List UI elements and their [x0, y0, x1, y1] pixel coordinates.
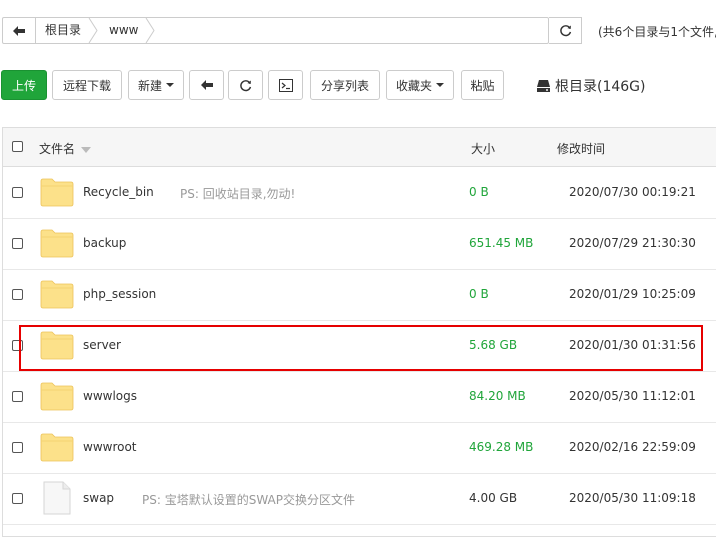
file-note: PS: 宝塔默认设置的SWAP交换分区文件: [142, 493, 355, 507]
table-row[interactable]: Recycle_bin PS: 回收站目录,勿动! 0 B 2020/07/30 00…: [3, 167, 716, 219]
file-size[interactable]: 84.20 MB: [469, 389, 526, 403]
paste-button[interactable]: 粘贴: [461, 70, 504, 100]
folder-icon: [40, 382, 74, 411]
paste-label: 粘贴: [470, 78, 495, 93]
table-row[interactable]: swap PS: 宝塔默认设置的SWAP交换分区文件 4.00 GB 2020/05/…: [3, 473, 716, 525]
file-size[interactable]: 5.68 GB: [469, 338, 517, 352]
file-name[interactable]: wwwroot: [83, 440, 137, 454]
row-checkbox[interactable]: [12, 442, 23, 453]
file-name[interactable]: php_session: [83, 287, 156, 301]
file-name[interactable]: Recycle_bin: [83, 185, 154, 199]
chevron-down-icon: [436, 83, 444, 87]
file-name[interactable]: server: [83, 338, 121, 352]
folder-icon: [40, 280, 74, 309]
table-header: 文件名 大小 修改时间: [3, 128, 716, 167]
file-modified-time: 2020/05/30 11:09:18: [569, 491, 696, 505]
refresh-icon: [559, 25, 571, 37]
row-checkbox[interactable]: [12, 238, 23, 249]
file-size[interactable]: 469.28 MB: [469, 440, 533, 454]
column-header-name[interactable]: 文件名: [39, 140, 92, 157]
refresh-icon: [240, 79, 252, 91]
path-back-button[interactable]: [3, 18, 36, 43]
chevron-down-icon: [166, 83, 174, 87]
row-checkbox[interactable]: [12, 289, 23, 300]
arrow-left-icon: [200, 80, 213, 90]
remote-download-label: 远程下载: [62, 78, 111, 93]
file-table: 文件名 大小 修改时间 Recycle_bin PS: 回收站目录,勿动! 0 B 2…: [2, 127, 716, 537]
file-modified-time: 2020/07/30 00:19:21: [569, 185, 696, 199]
table-row[interactable]: backup 651.45 MB 2020/07/29 21:30:30: [3, 218, 716, 270]
folder-icon: [40, 178, 74, 207]
share-list-label: 分享列表: [320, 78, 369, 93]
folder-icon: [40, 331, 74, 360]
row-checkbox[interactable]: [12, 391, 23, 402]
file-size[interactable]: 651.45 MB: [469, 236, 533, 250]
file-modified-time: 2020/01/29 10:25:09: [569, 287, 696, 301]
refresh-button[interactable]: [228, 70, 263, 100]
sort-caret-icon: [81, 146, 92, 153]
column-header-name-label: 文件名: [39, 142, 76, 156]
row-checkbox[interactable]: [12, 493, 23, 504]
breadcrumb-www[interactable]: www: [109, 18, 138, 43]
breadcrumb-separator-icon: [145, 18, 155, 43]
new-dropdown-button[interactable]: 新建: [128, 70, 184, 100]
directory-summary: (共6个目录与1个文件,大: [598, 25, 716, 39]
new-label: 新建: [137, 78, 162, 93]
file-modified-time: 2020/07/29 21:30:30: [569, 236, 696, 250]
path-bar: 根目录 www: [2, 17, 549, 44]
hard-drive-icon: [537, 80, 550, 92]
file-name[interactable]: wwwlogs: [83, 389, 137, 403]
breadcrumb-root[interactable]: 根目录: [45, 18, 81, 43]
row-checkbox[interactable]: [12, 187, 23, 198]
favorites-label: 收藏夹: [395, 78, 432, 93]
upload-button[interactable]: 上传: [1, 70, 47, 100]
favorites-dropdown-button[interactable]: 收藏夹: [386, 70, 454, 100]
column-header-size[interactable]: 大小: [471, 140, 495, 157]
upload-button-label: 上传: [11, 78, 36, 93]
file-size: 4.00 GB: [469, 491, 518, 505]
file-modified-time: 2020/05/30 11:12:01: [569, 389, 696, 403]
breadcrumb-separator-icon: [88, 18, 98, 43]
column-header-time[interactable]: 修改时间: [557, 140, 605, 157]
file-modified-time: 2020/02/16 22:59:09: [569, 440, 696, 454]
arrow-left-icon: [13, 25, 25, 36]
file-name[interactable]: swap: [83, 491, 114, 505]
table-row[interactable]: server 5.68 GB 2020/01/30 01:31:56: [3, 320, 716, 372]
table-row[interactable]: php_session 0 B 2020/01/29 10:25:09: [3, 269, 716, 321]
file-modified-time: 2020/01/30 01:31:56: [569, 338, 696, 352]
disk-label: 根目录(146G): [555, 79, 646, 95]
select-all-checkbox[interactable]: [12, 141, 23, 152]
folder-icon: [40, 433, 74, 462]
path-refresh-button[interactable]: [549, 17, 582, 44]
table-row[interactable]: wwwlogs 84.20 MB 2020/05/30 11:12:01: [3, 371, 716, 423]
file-note: PS: 回收站目录,勿动!: [180, 187, 296, 201]
terminal-button[interactable]: [268, 70, 303, 100]
row-checkbox[interactable]: [12, 340, 23, 351]
terminal-icon: [278, 78, 293, 92]
file-size[interactable]: 0 B: [469, 287, 489, 301]
file-size[interactable]: 0 B: [469, 185, 489, 199]
disk-selector[interactable]: 根目录(146G): [537, 76, 646, 96]
table-row[interactable]: wwwroot 469.28 MB 2020/02/16 22:59:09: [3, 422, 716, 474]
share-list-button[interactable]: 分享列表: [310, 70, 380, 100]
file-name[interactable]: backup: [83, 236, 126, 250]
file-icon: [43, 481, 71, 515]
remote-download-button[interactable]: 远程下载: [52, 70, 122, 100]
back-button[interactable]: [189, 70, 224, 100]
folder-icon: [40, 229, 74, 258]
